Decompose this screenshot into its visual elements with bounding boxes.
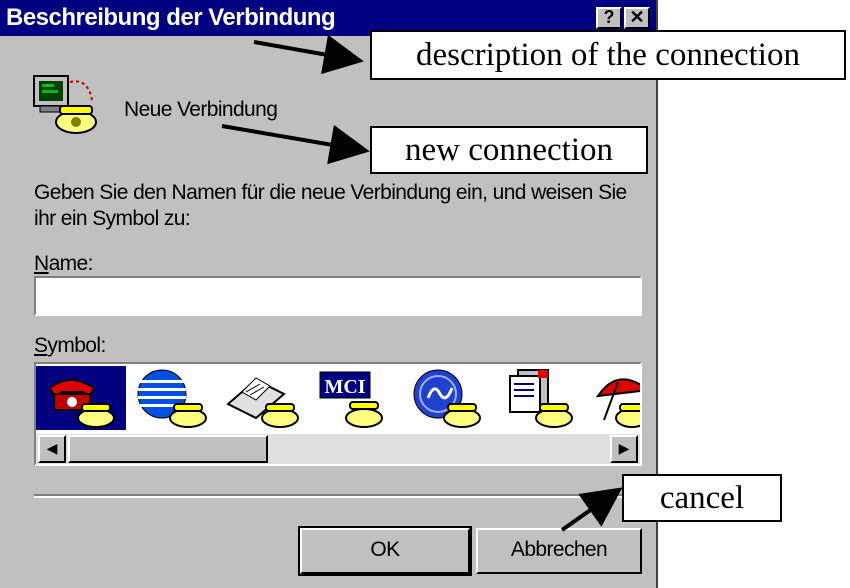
annotation-arrows: [221, 34, 623, 532]
arrow-title: [253, 34, 364, 75]
arrow-name: [221, 124, 370, 165]
arrow-cancel: [560, 487, 623, 532]
